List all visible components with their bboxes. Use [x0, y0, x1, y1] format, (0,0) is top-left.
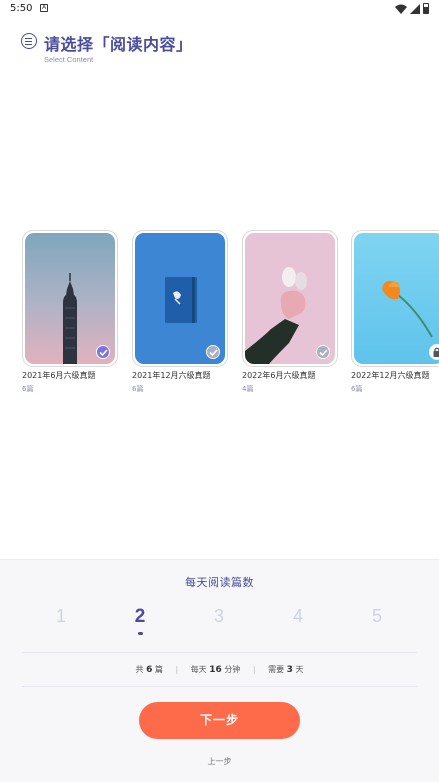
card-frame: [22, 230, 118, 367]
content-card[interactable]: 2022年6月六级真题 4篇: [242, 230, 342, 394]
content-card[interactable]: 2021年6月六级真题 6篇: [22, 230, 122, 394]
stat-daily-value: 16: [209, 665, 222, 675]
card-count: 6篇: [132, 385, 144, 393]
stat-separator: |: [175, 665, 179, 674]
content-card[interactable]: 2021年12月六级真题 6篇: [132, 230, 232, 394]
picker-option-5[interactable]: 5: [362, 606, 392, 627]
battery-icon: [423, 3, 429, 14]
card-count: 4篇: [242, 385, 254, 393]
divider: [22, 652, 417, 653]
card-frame: [132, 230, 228, 367]
status-bar: 5:50 A: [0, 0, 439, 18]
page-subtitle: Select Content: [44, 55, 94, 64]
card-frame: [351, 230, 439, 367]
divider: [22, 686, 417, 687]
picker-option-4[interactable]: 4: [283, 606, 313, 627]
stat-days-prefix: 需要: [268, 665, 285, 674]
content-card-list[interactable]: 2021年6月六级真题 6篇 2021年12月六级真题 6篇 2022年6月六级…: [0, 230, 439, 405]
stat-total-prefix: 共: [135, 665, 144, 674]
card-frame: [242, 230, 338, 367]
reading-stats: 共 6 篇 | 每天 16 分钟 | 需要 3 天: [0, 664, 439, 675]
card-count: 6篇: [22, 385, 34, 393]
previous-step-link[interactable]: 上一步: [0, 756, 439, 767]
card-title: 2021年6月六级真题: [22, 371, 96, 380]
card-image-skyscraper: [25, 233, 115, 364]
stat-daily-suffix: 分钟: [224, 665, 241, 674]
menu-icon[interactable]: [21, 33, 37, 49]
notification-icon: A: [40, 4, 48, 12]
signal-icon: [410, 3, 420, 14]
check-icon: [96, 345, 110, 359]
card-title: 2021年12月六级真题: [132, 371, 211, 380]
status-icons: [395, 3, 429, 14]
lock-icon: [429, 344, 439, 360]
content-card[interactable]: 2022年12月六级真题 6篇: [351, 230, 439, 394]
wifi-icon: [395, 4, 407, 14]
card-image-earbuds: [245, 233, 335, 364]
card-count: 6篇: [351, 385, 363, 393]
stat-days-value: 3: [286, 665, 293, 675]
page-title: 请选择「阅读内容」: [44, 35, 193, 54]
card-title: 2022年6月六级真题: [242, 371, 316, 380]
status-time: 5:50: [10, 3, 33, 14]
count-picker[interactable]: 1 2 3 4 5: [0, 606, 439, 636]
selected-indicator: [138, 632, 143, 635]
stat-total-value: 6: [146, 665, 153, 675]
stat-separator: |: [252, 665, 256, 674]
card-title: 2022年12月六级真题: [351, 371, 430, 380]
stat-daily-prefix: 每天: [190, 665, 207, 674]
card-image-notebook: [135, 233, 225, 364]
flower-illustration: [382, 281, 433, 338]
picker-option-1[interactable]: 1: [46, 606, 76, 627]
panel-title: 每天阅读篇数: [185, 576, 254, 589]
picker-option-2[interactable]: 2: [125, 606, 155, 628]
daily-count-panel: 每天阅读篇数 1 2 3 4 5 共 6 篇 | 每天 16 分钟 | 需要 3…: [0, 559, 439, 782]
stat-days-suffix: 天: [295, 665, 304, 674]
card-image-flower: [354, 233, 439, 364]
stat-total-suffix: 篇: [154, 665, 163, 674]
check-icon: [206, 345, 220, 359]
next-step-button[interactable]: 下一步: [139, 702, 300, 739]
picker-option-3[interactable]: 3: [204, 606, 234, 627]
check-icon: [316, 345, 330, 359]
